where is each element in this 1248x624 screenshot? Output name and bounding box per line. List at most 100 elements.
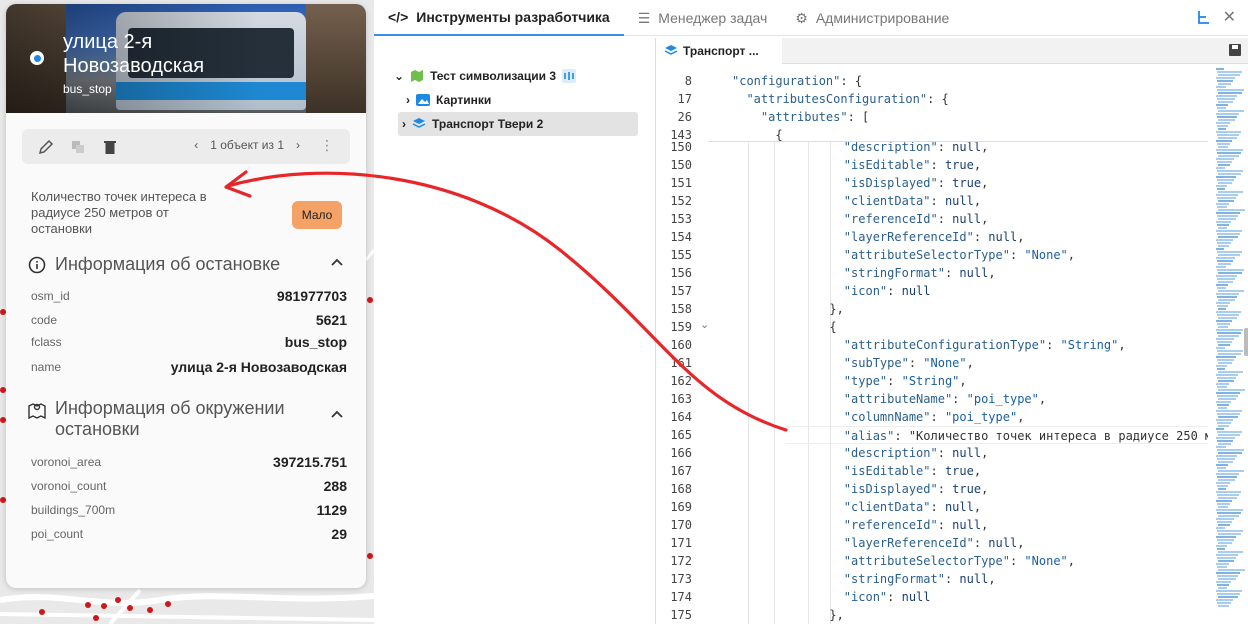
delete-trash-icon[interactable] — [96, 133, 124, 161]
line-number: 164 — [670, 410, 692, 424]
code-line[interactable]: "attributeName": "poi_type", — [786, 390, 1046, 408]
minimap-line — [1216, 104, 1228, 106]
copy-icon[interactable] — [64, 133, 92, 161]
chevron-right-icon[interactable]: › — [296, 138, 300, 152]
more-vertical-icon[interactable]: ⋮ — [320, 137, 334, 153]
code-line[interactable]: }, — [786, 606, 843, 624]
edit-pencil-icon[interactable] — [32, 133, 60, 161]
code-line[interactable]: "referenceId": null, — [786, 516, 989, 534]
line-number: 166 — [670, 446, 692, 460]
minimap-line — [1216, 455, 1237, 457]
minimap-line — [1217, 503, 1230, 505]
minimap-line — [1218, 479, 1235, 481]
minimap-line — [1216, 338, 1234, 340]
editor-tab[interactable]: Транспорт ... — [656, 38, 782, 64]
location-pin-icon — [30, 51, 44, 65]
minimap-line — [1218, 605, 1229, 607]
save-icon[interactable] — [1228, 43, 1242, 62]
attribute-row: name улица 2-я Новозаводская — [31, 359, 347, 375]
code-line[interactable]: "attributeSelectorType": "None", — [786, 552, 1075, 570]
code-line[interactable]: "attributeConfigurationType": "String", — [786, 336, 1126, 354]
code-line[interactable]: { — [786, 318, 836, 336]
tree-view-icon[interactable] — [1196, 9, 1212, 30]
minimap-line — [1217, 422, 1231, 424]
chevron-down-icon[interactable]: ⌄ — [394, 69, 404, 83]
code-line[interactable]: "attributeSelectorType": "None", — [786, 246, 1075, 264]
minimap-line — [1218, 569, 1245, 571]
code-minimap[interactable] — [1214, 68, 1245, 624]
code-line[interactable]: "description": null, — [786, 444, 989, 462]
sticky-line[interactable]: { — [732, 126, 782, 144]
chevron-up-icon[interactable] — [330, 256, 344, 270]
sticky-line[interactable]: "configuration": { — [732, 72, 862, 90]
tree-root[interactable]: ⌄ Тест символизации 3 — [394, 64, 644, 88]
chevron-left-icon[interactable]: ‹ — [194, 138, 198, 152]
minimap-line — [1216, 392, 1240, 394]
minimap-line — [1217, 89, 1244, 91]
line-number: 154 — [670, 230, 692, 244]
line-number: 169 — [670, 500, 692, 514]
code-line[interactable]: "isEditable": true, — [786, 462, 981, 480]
code-line[interactable]: "isDisplayed": true, — [786, 174, 989, 192]
tree-item-images[interactable]: › Картинки — [406, 88, 644, 112]
minimap-line — [1217, 107, 1226, 109]
attribute-row: buildings_700m 1129 — [31, 502, 347, 518]
section-stop-info[interactable]: Информация об остановке — [28, 254, 343, 275]
chevron-right-icon[interactable]: › — [402, 117, 406, 131]
minimap-line — [1217, 296, 1237, 298]
code-line[interactable]: "icon": null — [786, 588, 931, 606]
scrollbar-thumb[interactable] — [1244, 328, 1248, 356]
code-line[interactable]: "type": "String", — [786, 372, 967, 390]
tree-item-transport[interactable]: › Транспорт Твери 2 — [398, 112, 638, 136]
minimap-line — [1218, 308, 1226, 310]
code-line[interactable]: "clientData": null, — [786, 498, 981, 516]
code-line[interactable]: "icon": null — [786, 282, 931, 300]
section-surroundings-info[interactable]: Информация об окружении остановки — [28, 398, 343, 440]
minimap-line — [1218, 272, 1242, 274]
code-line[interactable]: }, — [786, 300, 843, 318]
minimap-line — [1218, 155, 1239, 157]
code-line[interactable]: "isEditable": true, — [786, 156, 981, 174]
code-line[interactable]: "layerReferenceId": null, — [786, 534, 1025, 552]
minimap-line — [1216, 554, 1238, 556]
minimap-line — [1218, 146, 1228, 148]
minimap-line — [1218, 443, 1231, 445]
layer-stack-icon — [412, 118, 426, 128]
minimap-line — [1216, 266, 1226, 268]
sticky-line[interactable]: "attributes": [ — [732, 108, 869, 126]
minimap-line — [1217, 287, 1226, 289]
minimap-line — [1217, 98, 1235, 100]
code-line[interactable]: "subType": "None", — [786, 354, 974, 372]
code-line[interactable]: "alias": "Количество точек интереса в ра… — [786, 426, 1208, 444]
code-line[interactable]: "isDisplayed": true, — [786, 480, 989, 498]
minimap-line — [1217, 449, 1244, 451]
minimap-line — [1217, 341, 1232, 343]
minimap-line — [1217, 440, 1233, 442]
minimap-line — [1217, 539, 1234, 541]
line-number: 17 — [677, 92, 692, 106]
close-icon[interactable]: ✕ — [1223, 7, 1236, 27]
code-line[interactable]: "clientData": null, — [786, 192, 981, 210]
code-area[interactable]: "description": null, "isEditable": true,… — [708, 68, 1208, 624]
minimap-line — [1217, 512, 1241, 514]
minimap-line — [1216, 527, 1225, 529]
chevron-right-icon[interactable]: › — [406, 93, 410, 107]
minimap-line — [1216, 77, 1235, 79]
line-number: 156 — [670, 266, 692, 280]
minimap-line — [1217, 251, 1242, 253]
minimap-line — [1218, 119, 1235, 121]
top-tabs: </> Инструменты разработчика ☰ Менеджер … — [374, 0, 1248, 36]
code-line[interactable]: "layerReferenceId": null, — [786, 228, 1025, 246]
code-line[interactable]: "stringFormat": null, — [786, 570, 996, 588]
minimap-line — [1218, 371, 1243, 373]
tab-task-manager[interactable]: ☰ Менеджер задач — [624, 0, 782, 36]
sticky-line[interactable]: "attributesConfiguration": { — [732, 90, 948, 108]
chevron-up-icon[interactable] — [330, 408, 344, 422]
tab-developer-tools[interactable]: </> Инструменты разработчика — [374, 0, 624, 36]
tab-administration[interactable]: ⚙ Администрирование — [781, 0, 963, 36]
minimap-line — [1217, 431, 1242, 433]
code-line[interactable]: "referenceId": null, — [786, 210, 989, 228]
minimap-line — [1217, 359, 1234, 361]
code-line[interactable]: "stringFormat": null, — [786, 264, 996, 282]
code-line[interactable]: "columnName": "poi_type", — [786, 408, 1025, 426]
